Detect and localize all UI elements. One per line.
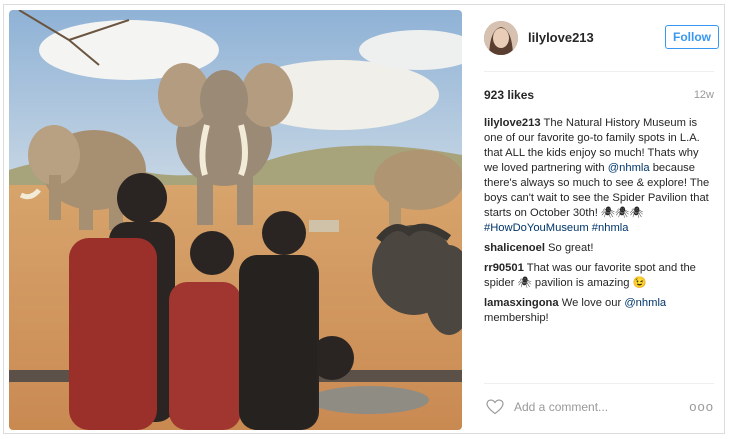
likes-count[interactable]: 923 likes bbox=[484, 88, 534, 102]
avatar[interactable] bbox=[484, 21, 518, 55]
caption-emojis: 🕷🕷🕷 bbox=[600, 207, 644, 219]
username[interactable]: lilylove213 bbox=[528, 30, 594, 45]
comment-username[interactable]: rr90501 bbox=[484, 262, 524, 274]
museum-diorama-image bbox=[9, 10, 462, 430]
comment-item: shalicenoel So great! bbox=[484, 241, 712, 256]
heart-icon[interactable] bbox=[486, 399, 504, 415]
post-age[interactable]: 12w bbox=[694, 89, 714, 101]
comment-text: We love our bbox=[561, 297, 622, 309]
comment-mention[interactable]: @nhmla bbox=[624, 297, 666, 309]
caption: lilylove213 The Natural History Museum i… bbox=[484, 116, 712, 236]
post-header: lilylove213 Follow bbox=[484, 21, 719, 61]
more-options-icon[interactable]: ooo bbox=[689, 399, 714, 414]
comments-list: lilylove213 The Natural History Museum i… bbox=[484, 116, 712, 331]
follow-button[interactable]: Follow bbox=[665, 25, 719, 49]
comment-username[interactable]: shalicenoel bbox=[484, 242, 545, 254]
header-divider bbox=[484, 71, 714, 72]
footer-divider bbox=[484, 383, 714, 384]
post-sidebar: lilylove213 Follow 923 likes 12w lilylov… bbox=[474, 5, 722, 433]
avatar-image bbox=[484, 21, 518, 55]
add-comment-input[interactable]: Add a comment... bbox=[514, 400, 608, 414]
comment-username[interactable]: lamasxingona bbox=[484, 297, 559, 309]
comment-text-after: membership! bbox=[484, 312, 549, 324]
comment-item: lamasxingona We love our @nhmla membersh… bbox=[484, 296, 712, 326]
comment-text: So great! bbox=[548, 242, 594, 254]
instagram-post: lilylove213 Follow 923 likes 12w lilylov… bbox=[3, 4, 725, 434]
comment-bar: Add a comment... ooo bbox=[484, 395, 716, 421]
caption-mention[interactable]: @nhmla bbox=[608, 162, 650, 174]
comment-item: rr90501 That was our favorite spot and t… bbox=[484, 261, 712, 291]
post-photo[interactable] bbox=[9, 10, 462, 430]
caption-hashtags[interactable]: #HowDoYouMuseum #nhmla bbox=[484, 222, 628, 234]
caption-username[interactable]: lilylove213 bbox=[484, 117, 541, 129]
